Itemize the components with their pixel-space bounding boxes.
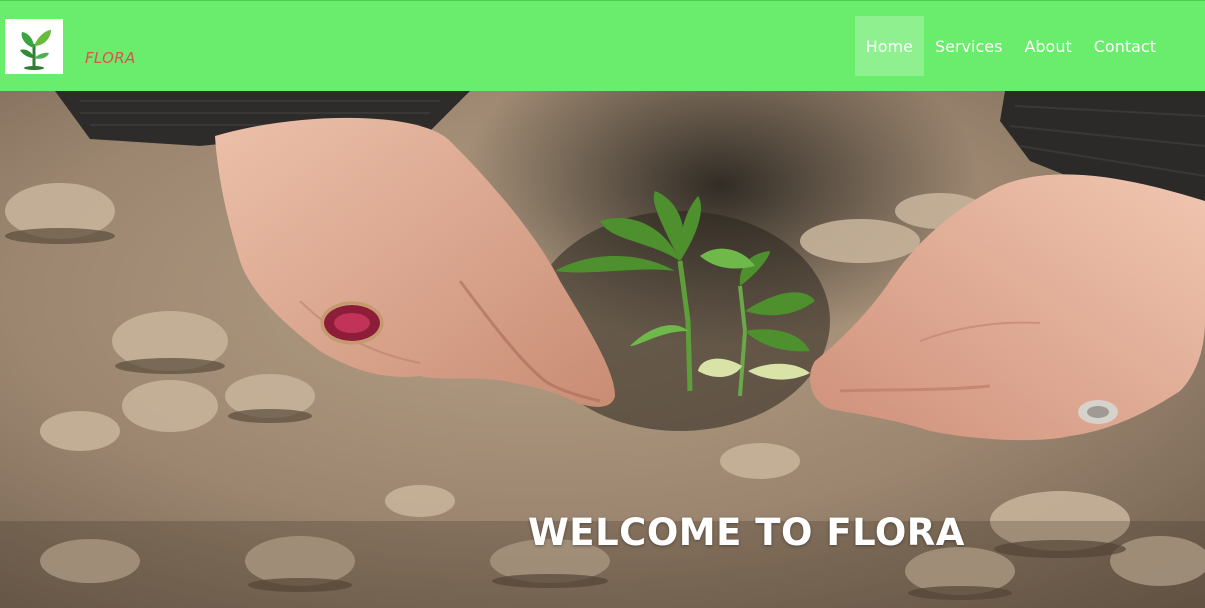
main-nav: Home Services About Contact (854, 16, 1167, 76)
hero-title: WELCOME TO FLORA (528, 511, 965, 554)
hero-section: WELCOME TO FLORA (0, 91, 1205, 608)
nav-home[interactable]: Home (854, 16, 924, 76)
logo[interactable] (5, 19, 63, 74)
page: FLORA Home Services About Contact WELCOM… (0, 0, 1205, 608)
sprout-icon (20, 29, 51, 70)
nav-about[interactable]: About (1013, 16, 1082, 76)
nav-services[interactable]: Services (924, 16, 1013, 76)
brand-name[interactable]: FLORA (85, 49, 136, 67)
nav-contact[interactable]: Contact (1083, 16, 1167, 76)
navbar: FLORA Home Services About Contact (0, 0, 1205, 91)
